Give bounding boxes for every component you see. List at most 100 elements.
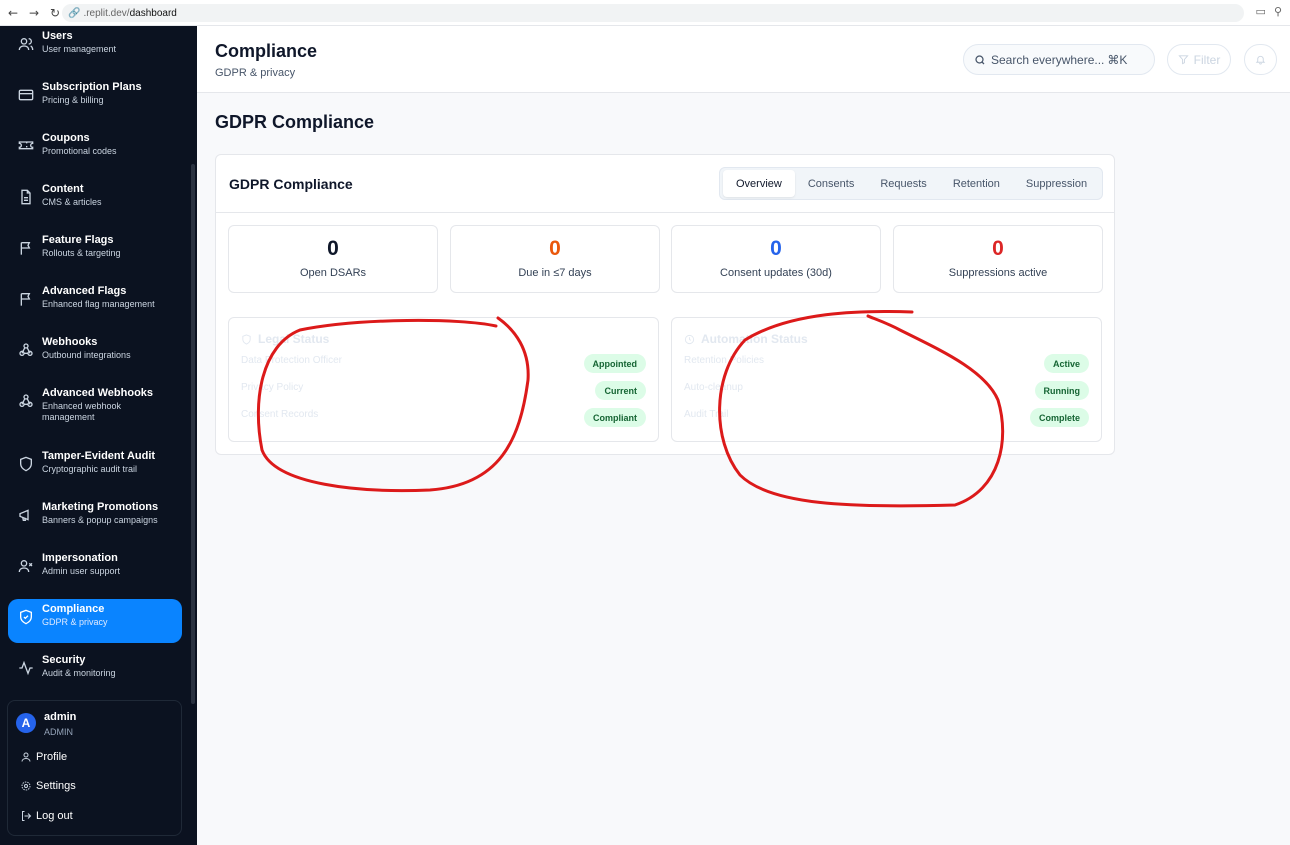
page-subtitle: GDPR & privacy xyxy=(215,67,296,79)
user-x-icon xyxy=(18,558,34,574)
settings-menu-item[interactable]: Settings xyxy=(20,780,76,792)
credit-card-icon xyxy=(18,87,34,103)
stat-label: Suppressions active xyxy=(948,267,1048,279)
sidebar-item-text: Webhooks Outbound integrations xyxy=(42,336,131,361)
tab-list: Overview Consents Requests Retention Suppres… xyxy=(719,167,1103,200)
sidebar-item-text: Tamper-Evident Audit Cryptographic audit … xyxy=(42,450,155,475)
stat-value: 0 xyxy=(549,237,561,260)
sidebar-item-label: Users xyxy=(42,30,73,42)
megaphone-icon xyxy=(18,507,34,523)
stat-label: Consent updates (30d) xyxy=(720,267,832,279)
stat-label: Open DSARs xyxy=(299,267,367,279)
sidebar-item-subscription-plans[interactable]: Subscription Plans Pricing & billing xyxy=(8,77,182,121)
url-prefix: .replit.dev/ xyxy=(83,7,130,19)
status-row-label: Privacy Policy xyxy=(241,382,304,393)
sidebar: Users User management Subscription Plans Pr… xyxy=(0,26,197,845)
top-header: Compliance GDPR & privacy Search everywh… xyxy=(197,26,1290,93)
stat-value: 0 xyxy=(992,237,1004,260)
sidebar-item-text: Subscription Plans Pricing & billing xyxy=(42,81,142,106)
sidebar-item-content[interactable]: Content CMS & articles xyxy=(8,179,182,223)
reload-icon[interactable]: ↻ xyxy=(47,5,63,21)
sidebar-item-label: Feature Flags xyxy=(42,234,114,246)
sidebar-item-text: Marketing Promotions Banners & popup camp… xyxy=(42,501,158,526)
profile-label: Profile xyxy=(36,751,68,763)
tab-consents[interactable]: Consents xyxy=(795,170,867,197)
avatar[interactable]: A xyxy=(16,713,36,733)
sidebar-item-tamper-evident-audit[interactable]: Tamper-Evident Audit Cryptographic audit … xyxy=(8,446,182,490)
sidebar-item-label: Content xyxy=(42,183,84,195)
sidebar-item-text: Advanced Webhooks Enhanced webhook manage… xyxy=(42,387,162,423)
sidebar-item-compliance[interactable]: Compliance GDPR & privacy xyxy=(8,599,182,643)
flag-icon xyxy=(18,240,34,256)
sidebar-item-text: Impersonation Admin user support xyxy=(42,552,120,577)
automation-status-panel: Automation Status Retention Policies Activ… xyxy=(671,317,1102,442)
profile-menu-item[interactable]: Profile xyxy=(20,751,67,763)
bell-icon xyxy=(1255,55,1266,65)
status-badge: Complete xyxy=(1029,408,1089,427)
sidebar-item-label: Tamper-Evident Audit xyxy=(42,450,156,462)
sidebar-item-users[interactable]: Users User management xyxy=(8,26,182,70)
sidebar-item-sublabel: User management xyxy=(42,44,117,54)
logout-menu-item[interactable]: Log out xyxy=(20,810,73,822)
search-input[interactable]: Search everywhere... ⌘K xyxy=(963,44,1155,75)
logout-icon xyxy=(20,810,32,822)
back-icon[interactable]: ← xyxy=(5,5,21,21)
user-icon xyxy=(20,751,32,763)
user-role: ADMIN xyxy=(44,727,73,737)
forward-icon[interactable]: → xyxy=(26,5,42,21)
url-path: dashboard xyxy=(129,7,177,19)
sidebar-item-security[interactable]: Security Audit & monitoring xyxy=(8,650,182,694)
status-badge: Active xyxy=(1043,354,1089,373)
sidebar-item-coupons[interactable]: Coupons Promotional codes xyxy=(8,128,182,172)
stat-card: 0 Due in ≤7 days xyxy=(450,225,660,293)
stat-card: 0 Open DSARs xyxy=(228,225,438,293)
sidebar-item-marketing-promotions[interactable]: Marketing Promotions Banners & popup camp… xyxy=(8,497,182,541)
user-card: A admin ADMIN Profile Settings Log out xyxy=(7,700,182,836)
tab-retention[interactable]: Retention xyxy=(940,170,1013,197)
sidebar-item-feature-flags[interactable]: Feature Flags Rollouts & targeting xyxy=(8,230,182,274)
sidebar-item-sublabel: Cryptographic audit trail xyxy=(42,464,138,474)
notifications-button[interactable] xyxy=(1244,44,1277,75)
user-name: admin xyxy=(44,711,77,723)
cast-icon[interactable]: ▭ xyxy=(1256,5,1266,18)
address-bar[interactable]: 🔗 .replit.dev/dashboard xyxy=(62,4,1244,22)
sidebar-item-advanced-flags[interactable]: Advanced Flags Enhanced flag management xyxy=(8,281,182,325)
sidebar-item-sublabel: GDPR & privacy xyxy=(42,617,108,627)
gear-icon xyxy=(20,780,32,792)
tab-overview[interactable]: Overview xyxy=(723,170,795,197)
sidebar-item-text: Compliance GDPR & privacy xyxy=(42,603,108,628)
flag-icon xyxy=(18,291,34,307)
section-heading: GDPR Compliance xyxy=(215,112,375,132)
stat-card: 0 Consent updates (30d) xyxy=(671,225,881,293)
sidebar-scrollbar[interactable] xyxy=(191,164,195,704)
logout-label: Log out xyxy=(36,810,73,822)
tab-requests[interactable]: Requests xyxy=(867,170,939,197)
shield-icon xyxy=(18,456,34,472)
status-row-label: Data Protection Officer xyxy=(241,355,342,366)
sidebar-item-label: Security xyxy=(42,654,86,666)
filter-label: Filter xyxy=(1193,52,1221,67)
sidebar-item-webhooks[interactable]: Webhooks Outbound integrations xyxy=(8,332,182,376)
sidebar-item-sublabel: Pricing & billing xyxy=(42,95,104,105)
stat-card: 0 Suppressions active xyxy=(893,225,1103,293)
page-title: Compliance xyxy=(215,41,318,61)
sidebar-item-impersonation[interactable]: Impersonation Admin user support xyxy=(8,548,182,592)
site-info-icon[interactable]: 🔗 xyxy=(68,8,80,19)
filter-button[interactable]: Filter xyxy=(1167,44,1231,75)
activity-icon xyxy=(18,660,34,676)
panel-title: Automation Status xyxy=(684,332,808,346)
status-badge: Appointed xyxy=(583,354,646,373)
sidebar-item-text: Advanced Flags Enhanced flag management xyxy=(42,285,155,310)
sidebar-item-label: Compliance xyxy=(42,603,105,615)
sidebar-item-sublabel: Outbound integrations xyxy=(42,350,131,360)
extensions-icon[interactable]: ⚲ xyxy=(1274,5,1282,18)
sidebar-item-advanced-webhooks[interactable]: Advanced Webhooks Enhanced webhook manage… xyxy=(8,383,182,427)
search-placeholder: Search everywhere... xyxy=(991,52,1105,67)
legal-status-panel: Legal Status Data Protection Officer Appoi… xyxy=(228,317,659,442)
stat-value: 0 xyxy=(327,237,339,260)
sidebar-item-text: Coupons Promotional codes xyxy=(42,132,117,157)
tab-suppression[interactable]: Suppression xyxy=(1013,170,1100,197)
sidebar-item-sublabel: Enhanced webhook management xyxy=(42,401,122,422)
sidebar-item-label: Subscription Plans xyxy=(42,81,142,93)
sidebar-item-sublabel: Promotional codes xyxy=(42,146,117,156)
